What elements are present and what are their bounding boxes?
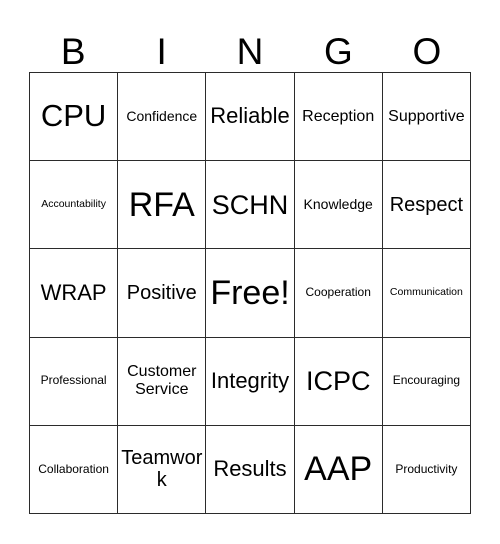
- bingo-cell-label: AAP: [304, 450, 373, 489]
- bingo-cell[interactable]: Collaboration: [30, 425, 119, 514]
- bingo-cell-label: Results: [213, 456, 287, 482]
- bingo-cell[interactable]: Confidence: [118, 73, 207, 162]
- bingo-header-letter-b: B: [60, 31, 86, 72]
- bingo-cell-label: Productivity: [395, 461, 458, 476]
- bingo-cell[interactable]: SCHN: [206, 161, 295, 250]
- bingo-cell[interactable]: RFA: [118, 161, 207, 250]
- bingo-cell[interactable]: Reception: [294, 73, 383, 162]
- bingo-cell-label: Supportive: [388, 107, 465, 125]
- bingo-cell[interactable]: ICPC: [294, 337, 383, 426]
- bingo-cell-label: WRAP: [40, 279, 107, 305]
- bingo-cell[interactable]: CPU: [30, 73, 119, 162]
- bingo-grid: CPU Confidence Reliable Reception Supportive…: [29, 72, 471, 514]
- bingo-cell[interactable]: Accountability: [30, 161, 119, 250]
- bingo-cell[interactable]: Customer Service: [118, 337, 207, 426]
- bingo-cell[interactable]: Teamwork: [118, 425, 207, 514]
- bingo-cell[interactable]: Encouraging: [382, 337, 471, 426]
- bingo-cell[interactable]: Knowledge: [294, 161, 383, 250]
- bingo-cell-label: Accountability: [41, 197, 106, 210]
- bingo-cell-label: Reliable: [210, 103, 290, 129]
- bingo-cell[interactable]: Productivity: [382, 425, 471, 514]
- bingo-cell-label: Professional: [40, 373, 107, 388]
- bingo-cell-free-space[interactable]: Free!: [206, 249, 295, 338]
- bingo-cell-label: Reception: [302, 107, 375, 125]
- bingo-cell[interactable]: Supportive: [382, 73, 471, 162]
- bingo-header-row: BINGO: [29, 14, 471, 72]
- bingo-cell[interactable]: Integrity: [206, 337, 295, 426]
- bingo-cell[interactable]: AAP: [294, 425, 383, 514]
- bingo-cell[interactable]: Results: [206, 425, 295, 514]
- bingo-cell-label: SCHN: [211, 189, 289, 220]
- bingo-cell[interactable]: Positive: [118, 249, 207, 338]
- bingo-cell-label: Integrity: [210, 367, 290, 393]
- bingo-cell-label: RFA: [128, 185, 195, 224]
- bingo-cell-label: Knowledge: [303, 195, 373, 212]
- bingo-header-letter-n: N: [236, 31, 264, 72]
- bingo-cell-label: CPU: [40, 98, 107, 134]
- bingo-header-letter-o: O: [412, 31, 442, 72]
- bingo-header-letter-i: I: [156, 31, 167, 72]
- bingo-cell-label: Confidence: [126, 107, 198, 124]
- bingo-cell[interactable]: Professional: [30, 337, 119, 426]
- bingo-cell[interactable]: WRAP: [30, 249, 119, 338]
- bingo-header-letter-g: G: [324, 31, 353, 72]
- bingo-cell-label: Collaboration: [38, 461, 109, 476]
- bingo-cell-label: Respect: [389, 193, 464, 216]
- bingo-cell[interactable]: Respect: [382, 161, 471, 250]
- bingo-card: B I N G O CPU Confidence Reliable Reception Supp…: [0, 0, 500, 544]
- bingo-cell[interactable]: Cooperation: [294, 249, 383, 338]
- bingo-cell-label: Free!: [210, 273, 290, 312]
- bingo-cell[interactable]: Reliable: [206, 73, 295, 162]
- bingo-cell-label: Positive: [126, 281, 197, 304]
- bingo-cell[interactable]: Communication: [382, 249, 471, 338]
- bingo-cell-label: Teamwork: [121, 447, 203, 492]
- bingo-cell-label: Cooperation: [305, 285, 371, 300]
- bingo-cell-label: Encouraging: [392, 373, 461, 388]
- bingo-cell-label: Communication: [389, 286, 463, 299]
- bingo-cell-label: Customer Service: [127, 363, 197, 399]
- bingo-cell-label: ICPC: [305, 366, 371, 397]
